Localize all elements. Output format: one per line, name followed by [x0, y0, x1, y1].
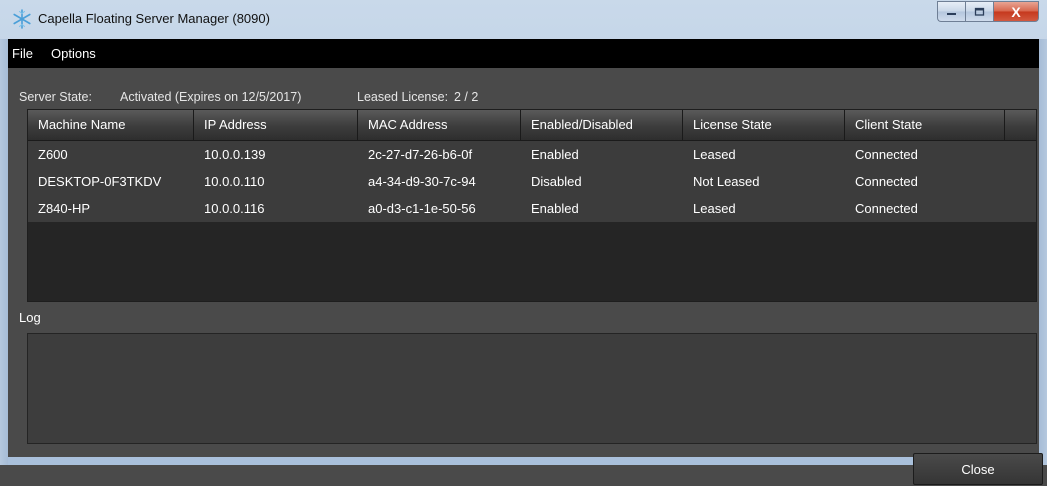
left-border	[0, 39, 8, 465]
col-machine-name[interactable]: Machine Name	[28, 110, 194, 140]
cell-client-state: Connected	[855, 147, 918, 162]
window-controls: X	[937, 1, 1039, 22]
close-window-button[interactable]: X	[993, 1, 1039, 22]
maximize-button[interactable]	[965, 1, 993, 22]
table-header: Machine Name IP Address MAC Address Enab…	[28, 110, 1036, 141]
window-title: Capella Floating Server Manager (8090)	[38, 11, 270, 26]
snowflake-icon	[13, 9, 31, 29]
cell-mac-address: a4-34-d9-30-7c-94	[368, 174, 476, 189]
menu-bar: File Options	[8, 39, 1039, 68]
col-license-state[interactable]: License State	[683, 110, 845, 140]
window-frame: Capella Floating Server Manager (8090) X…	[0, 0, 1047, 485]
minimize-icon	[947, 13, 956, 15]
close-icon: X	[1011, 3, 1021, 20]
menu-options[interactable]: Options	[51, 46, 96, 61]
close-button[interactable]: Close	[913, 453, 1043, 485]
minimize-button[interactable]	[937, 1, 965, 22]
cell-license-state: Not Leased	[693, 174, 760, 189]
client-area: File Options Server State: Activated (Ex…	[8, 39, 1043, 485]
cell-ip-address: 10.0.0.139	[204, 147, 266, 162]
cell-enabled: Enabled	[531, 201, 579, 216]
machines-table: Machine Name IP Address MAC Address Enab…	[27, 109, 1037, 302]
title-bar[interactable]: Capella Floating Server Manager (8090) X	[0, 0, 1047, 39]
col-filler	[1005, 110, 1036, 140]
server-state-label: Server State:	[19, 90, 92, 104]
leased-license-value: 2 / 2	[454, 90, 479, 104]
server-state-value: Activated (Expires on 12/5/2017)	[120, 90, 302, 104]
col-ip-address[interactable]: IP Address	[194, 110, 358, 140]
cell-machine-name: Z600	[38, 147, 68, 162]
table-row[interactable]: DESKTOP-0F3TKDV 10.0.0.110 a4-34-d9-30-7…	[28, 168, 1036, 195]
cell-license-state: Leased	[693, 201, 736, 216]
log-textbox[interactable]	[27, 333, 1037, 444]
cell-license-state: Leased	[693, 147, 736, 162]
col-mac-address[interactable]: MAC Address	[358, 110, 521, 140]
cell-ip-address: 10.0.0.110	[204, 174, 265, 189]
cell-mac-address: 2c-27-d7-26-b6-0f	[368, 147, 473, 162]
cell-mac-address: a0-d3-c1-1e-50-56	[368, 201, 476, 216]
cell-ip-address: 10.0.0.116	[204, 201, 265, 216]
col-client-state[interactable]: Client State	[845, 110, 1005, 140]
cell-client-state: Connected	[855, 201, 918, 216]
table-body: Z600 10.0.0.139 2c-27-d7-26-b6-0f Enable…	[28, 141, 1036, 301]
table-row[interactable]: Z840-HP 10.0.0.116 a0-d3-c1-1e-50-56 Ena…	[28, 195, 1036, 222]
col-enabled-disabled[interactable]: Enabled/Disabled	[521, 110, 683, 140]
table-row[interactable]: Z600 10.0.0.139 2c-27-d7-26-b6-0f Enable…	[28, 141, 1036, 168]
cell-machine-name: Z840-HP	[38, 201, 91, 216]
menu-file[interactable]: File	[12, 46, 33, 61]
leased-license-label: Leased License:	[357, 90, 449, 104]
cell-enabled: Disabled	[531, 174, 582, 189]
right-border	[1039, 39, 1047, 465]
cell-machine-name: DESKTOP-0F3TKDV	[38, 174, 162, 189]
log-label: Log	[19, 310, 41, 325]
cell-enabled: Enabled	[531, 147, 579, 162]
maximize-icon	[974, 7, 985, 16]
cell-client-state: Connected	[855, 174, 918, 189]
